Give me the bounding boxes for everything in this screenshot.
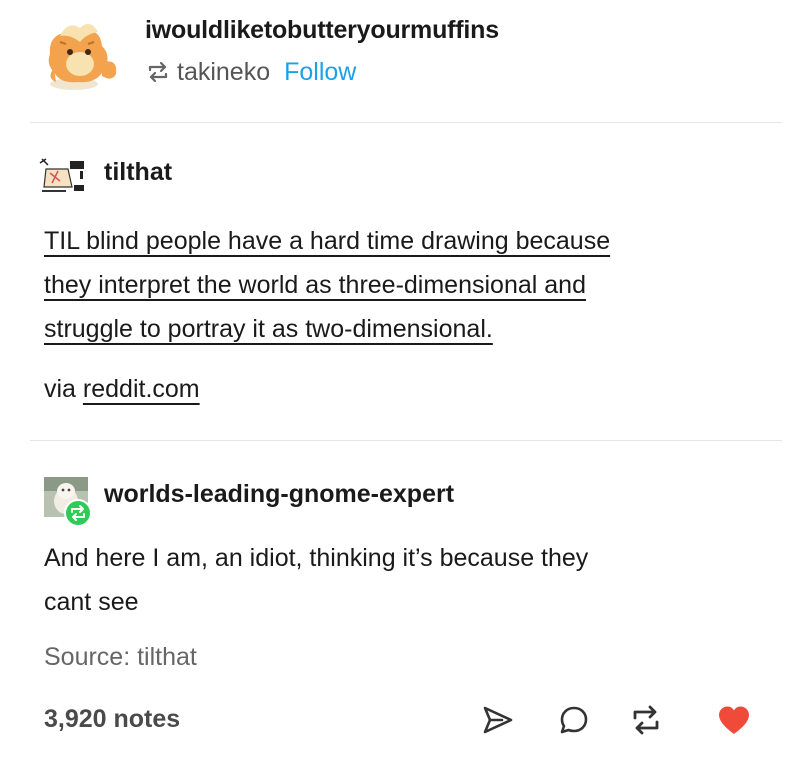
source-link[interactable]: Source: tilthat [44, 643, 197, 672]
blog-name[interactable]: iwouldliketobutteryourmuffins [145, 16, 499, 45]
reblog-badge-icon [64, 499, 92, 527]
reblog-source-row: takineko Follow [145, 55, 356, 89]
reblog-icon [629, 704, 663, 741]
post-link-line[interactable]: TIL blind people have a hard time drawin… [44, 227, 610, 255]
divider [30, 122, 782, 123]
post-body: And here I am, an idiot, thinking it’s b… [44, 536, 744, 624]
post-author[interactable]: worlds-leading-gnome-expert [104, 480, 454, 509]
like-button[interactable] [714, 702, 754, 742]
post-text-line: And here I am, an idiot, thinking it’s b… [44, 544, 589, 572]
reblog-button[interactable] [626, 702, 666, 742]
reply-button[interactable] [554, 702, 594, 742]
via-prefix: via [44, 375, 83, 403]
reblogged-from-name[interactable]: takineko [177, 58, 270, 87]
via-link[interactable]: reddit.com [83, 375, 200, 403]
post-link-line[interactable]: they interpret the world as three-dimens… [44, 271, 586, 299]
post-body: TIL blind people have a hard time drawin… [44, 219, 744, 351]
share-icon [482, 705, 514, 740]
via-source: via reddit.com [44, 375, 200, 404]
blog-avatar[interactable] [40, 12, 122, 94]
divider [30, 440, 782, 441]
post-author[interactable]: tilthat [104, 158, 172, 187]
reply-icon [558, 704, 590, 741]
post-text-line: cant see [44, 588, 139, 616]
share-button[interactable] [478, 702, 518, 742]
tilthat-avatar[interactable] [38, 157, 90, 197]
heart-icon [717, 705, 751, 740]
follow-button[interactable]: Follow [284, 58, 356, 87]
post-link-line[interactable]: struggle to portray it as two-dimensiona… [44, 315, 493, 343]
notes-count[interactable]: 3,920 notes [44, 705, 180, 734]
reblog-icon [145, 61, 171, 83]
